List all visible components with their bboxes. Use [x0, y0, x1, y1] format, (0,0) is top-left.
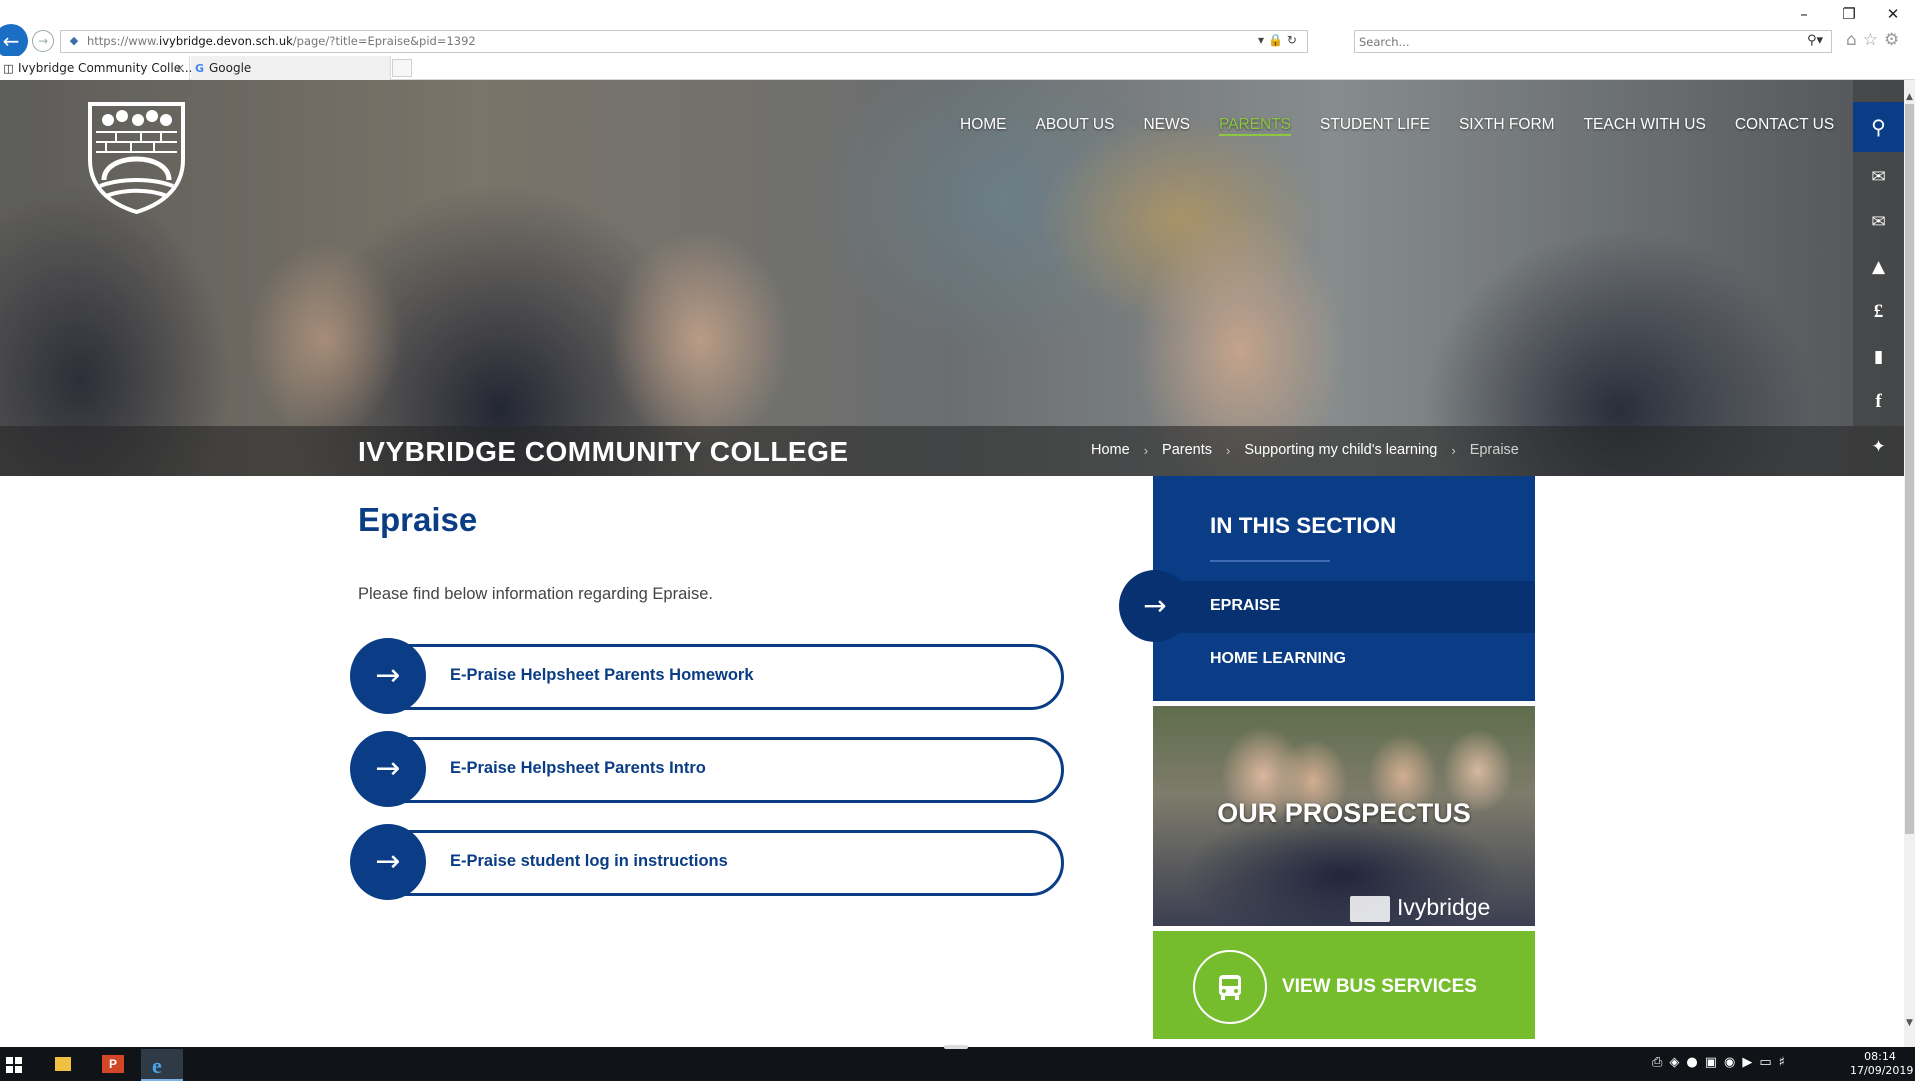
envelope-icon[interactable]: ✉ — [1853, 207, 1904, 237]
browser-search-input[interactable] — [1359, 33, 1779, 50]
window-titlebar: – ❐ ✕ — [0, 0, 1915, 28]
document-link-label[interactable]: E-Praise Helpsheet Parents Intro — [450, 759, 706, 778]
close-tab-icon[interactable]: × — [175, 56, 185, 80]
arrow-right-icon[interactable]: → — [350, 824, 426, 900]
site-search-button[interactable]: ⚲ — [1853, 102, 1904, 152]
section-divider — [1210, 560, 1330, 562]
document-link-label[interactable]: E-Praise student log in instructions — [450, 852, 728, 871]
scroll-thumb[interactable] — [1905, 104, 1914, 834]
hero-banner: HOME ABOUT US NEWS PARENTS STUDENT LIFE … — [0, 80, 1904, 476]
taskbar: P e ⎙◈●▣◉▶▭♯ 08:14 17/09/2019 — [0, 1047, 1915, 1081]
breadcrumb-supporting-learning[interactable]: Supporting my child's learning — [1244, 442, 1437, 458]
prospectus-title[interactable]: OUR PROSPECTUS — [1153, 798, 1535, 829]
tab-bar: ◫ Ivybridge Community Colle... × G Google — [0, 56, 1915, 80]
main-nav: HOME ABOUT US NEWS PARENTS STUDENT LIFE … — [960, 116, 1863, 136]
facebook-icon[interactable]: f — [1853, 387, 1904, 417]
url-tools[interactable]: ▾🔒↻ — [1258, 33, 1301, 47]
browser-toolbar-icons[interactable]: ⌂☆⚙ — [1846, 30, 1905, 50]
twitter-icon[interactable]: ✦ — [1853, 432, 1904, 462]
prospectus-banner[interactable]: OUR PROSPECTUS Ivybridge — [1153, 706, 1535, 926]
pound-icon[interactable]: £ — [1853, 297, 1904, 327]
tab-label: Ivybridge Community Colle... — [18, 61, 193, 75]
chevron-right-icon: › — [1451, 442, 1456, 458]
nav-student-life[interactable]: STUDENT LIFE — [1320, 116, 1430, 136]
college-name: IVYBRIDGE COMMUNITY COLLEGE — [358, 436, 849, 467]
arrow-right-icon[interactable]: → — [350, 638, 426, 714]
search-icon[interactable]: ⚲▾ — [1807, 33, 1823, 48]
nav-parents[interactable]: PARENTS — [1218, 116, 1292, 136]
internet-explorer-icon[interactable]: e — [141, 1049, 183, 1081]
restore-icon[interactable]: ❐ — [1834, 4, 1864, 24]
college-logo[interactable] — [86, 100, 187, 214]
document-link[interactable]: → E-Praise student log in instructions — [350, 824, 1064, 900]
site-shield-icon: ◆ — [69, 35, 79, 47]
hero-title-band — [0, 426, 1904, 476]
college-badge-icon — [1350, 896, 1390, 922]
minimize-icon[interactable]: – — [1789, 4, 1819, 24]
document-link-label[interactable]: E-Praise Helpsheet Parents Homework — [450, 666, 754, 685]
document-link[interactable]: → E-Praise Helpsheet Parents Intro — [350, 731, 1064, 807]
tab-ivybridge[interactable]: ◫ Ivybridge Community Colle... × — [0, 56, 193, 80]
new-tab-button[interactable] — [392, 59, 412, 77]
bus-services-label[interactable]: VIEW BUS SERVICES — [1282, 976, 1477, 998]
file-explorer-icon[interactable] — [42, 1049, 84, 1081]
section-title: IN THIS SECTION — [1210, 513, 1397, 538]
clock-time: 08:14 — [1864, 1050, 1896, 1063]
chevron-right-icon: › — [1143, 442, 1149, 458]
taskbar-peek-handle — [944, 1045, 968, 1049]
document-link[interactable]: → E-Praise Helpsheet Parents Homework — [350, 638, 1064, 714]
url-text: https://www.ivybridge.devon.sch.uk/page/… — [87, 34, 476, 48]
page-favicon-icon: ◫ — [3, 62, 14, 75]
clock-date: 17/09/2019 — [1850, 1064, 1914, 1077]
graduation-cap-icon[interactable]: ▲ — [1853, 252, 1904, 282]
breadcrumb-home[interactable]: Home — [1091, 442, 1130, 458]
nav-sixth-form[interactable]: SIXTH FORM — [1459, 116, 1555, 136]
tab-google[interactable]: G Google — [191, 56, 391, 80]
system-tray-icons[interactable]: ⎙◈●▣◉▶▭♯ — [1652, 1055, 1792, 1070]
address-field[interactable]: ◆ https://www.ivybridge.devon.sch.uk/pag… — [60, 30, 1308, 53]
browser-search-box[interactable]: ⚲▾ — [1354, 30, 1832, 53]
powerpoint-icon[interactable]: P — [92, 1049, 134, 1081]
document-icon[interactable]: ▮ — [1853, 342, 1904, 372]
section-link-epraise[interactable]: EPRAISE — [1210, 597, 1280, 615]
breadcrumb: Home › Parents › Supporting my child's l… — [1091, 442, 1519, 458]
section-link-home-learning[interactable]: HOME LEARNING — [1210, 650, 1346, 668]
arrow-right-icon[interactable]: → — [1119, 570, 1191, 642]
bus-icon — [1219, 975, 1241, 1000]
nav-contact-us[interactable]: CONTACT US — [1735, 116, 1834, 136]
envelope-icon[interactable]: ✉ — [1853, 162, 1904, 192]
forward-button[interactable]: → — [32, 30, 54, 52]
clock[interactable]: 08:14 17/09/2019 — [1850, 1050, 1914, 1078]
google-icon: G — [194, 62, 205, 75]
scroll-down-icon[interactable]: ▼ — [1904, 1018, 1915, 1032]
nav-teach-with-us[interactable]: TEACH WITH US — [1584, 116, 1706, 136]
intro-text: Please find below information regarding … — [358, 585, 713, 603]
nav-home[interactable]: HOME — [960, 116, 1007, 136]
nav-about-us[interactable]: ABOUT US — [1036, 116, 1115, 136]
prospectus-brand: Ivybridge — [1397, 894, 1491, 920]
breadcrumb-parents[interactable]: Parents — [1162, 442, 1212, 458]
page-title: Epraise — [358, 501, 478, 538]
windows-start-icon[interactable] — [6, 1057, 22, 1073]
tab-label: Google — [209, 61, 252, 75]
hero-overlay — [0, 80, 1904, 476]
arrow-right-icon[interactable]: → — [350, 731, 426, 807]
chevron-right-icon: › — [1226, 442, 1231, 458]
nav-news[interactable]: NEWS — [1143, 116, 1190, 136]
close-window-icon[interactable]: ✕ — [1878, 4, 1908, 24]
breadcrumb-current: Epraise — [1469, 442, 1519, 458]
